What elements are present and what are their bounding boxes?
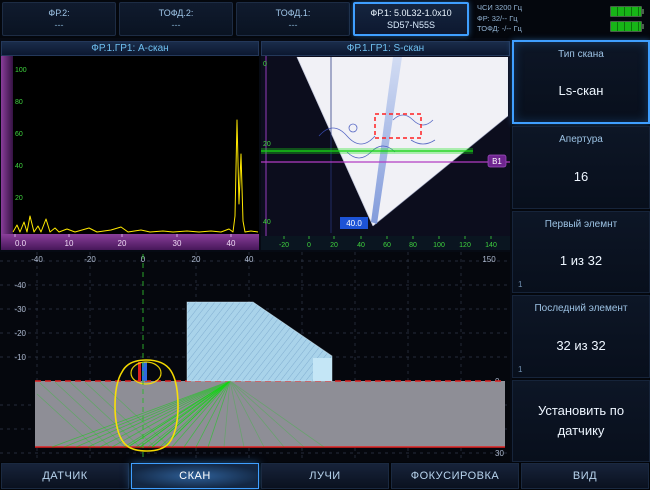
specimen-bar <box>35 381 505 447</box>
svg-text:-20: -20 <box>279 242 289 249</box>
prf-info: ЧСИ 3200 Гц ФР: 32/-- Гц ТОФД: -/-- Гц <box>472 2 565 36</box>
ascan-view[interactable]: 100 80 60 40 20 0.0 10 20 30 40 <box>1 56 259 250</box>
sscan-svg: B1 40.0 0 20 40 -20 0 20 40 60 80 <box>261 56 510 250</box>
header-cell-tofd2[interactable]: ТОФД.2: --- <box>119 2 233 36</box>
svg-text:140: 140 <box>485 242 497 249</box>
svg-text:60: 60 <box>15 131 23 138</box>
profile-y-left-tick-labels: -40 -30 -20 -10 <box>14 281 26 362</box>
svg-text:30: 30 <box>173 239 182 248</box>
battery-icon-2 <box>610 21 642 32</box>
defect-marker-red <box>138 362 141 381</box>
svg-text:-40: -40 <box>31 255 43 264</box>
battery-icon-1 <box>610 6 642 17</box>
header-cell-label: ТОФД.2: <box>159 8 194 18</box>
tab-scan[interactable]: СКАН <box>131 463 259 489</box>
scan-type-cell[interactable]: Тип скана Ls-скан <box>512 40 650 124</box>
ascan-y-axis-strip <box>1 56 13 234</box>
sscan-header: ФР.1.ГР1: S-скан <box>261 41 510 56</box>
svg-text:0.0: 0.0 <box>15 239 27 248</box>
svg-text:40: 40 <box>263 219 271 226</box>
header-cell-fr1-active[interactable]: ФР.1: 5.0L32-1.0x10 SD57-N55S <box>353 2 469 36</box>
svg-text:-10: -10 <box>14 353 26 362</box>
tab-probe[interactable]: ДАТЧИК <box>1 463 129 489</box>
last-element-cell[interactable]: Последний элемент 32 из 32 1 <box>512 295 650 377</box>
svg-text:150: 150 <box>482 255 496 264</box>
svg-text:20: 20 <box>15 195 23 202</box>
header-cell-fr2[interactable]: ФР.2: --- <box>2 2 116 36</box>
depth-readout-value: 40.0 <box>346 219 362 228</box>
profile-x-tick-labels: -40 -20 0 20 40 150 <box>31 255 496 264</box>
svg-text:10: 10 <box>65 239 74 248</box>
svg-text:-20: -20 <box>14 329 26 338</box>
svg-text:40: 40 <box>245 255 254 264</box>
instrument-screen: ФР.2: --- ТОФД.2: --- ТОФД.1: --- ФР.1: … <box>0 0 650 490</box>
ascan-header: ФР.1.ГР1: A-скан <box>1 41 259 56</box>
svg-text:30: 30 <box>495 449 504 458</box>
top-status-bar: ФР.2: --- ТОФД.2: --- ТОФД.1: --- ФР.1: … <box>0 0 650 38</box>
set-by-probe-button[interactable]: Установить по датчику <box>512 380 650 462</box>
svg-text:100: 100 <box>15 67 27 74</box>
svg-text:-40: -40 <box>14 281 26 290</box>
sscan-y-tick-labels: 0 20 40 <box>263 61 271 226</box>
first-element-label: Первый элемнт <box>513 219 649 230</box>
header-cell-label: ФР.2: <box>48 8 69 18</box>
header-cell-label: ФР.1: 5.0L32-1.0x10 <box>370 8 451 18</box>
svg-text:40: 40 <box>357 242 365 249</box>
header-cell-value: SD57-N55S <box>387 20 435 30</box>
parameter-sidebar: Тип скана Ls-скан Апертура 16 Первый эле… <box>512 40 650 462</box>
header-cell-value: --- <box>172 20 181 30</box>
svg-text:20: 20 <box>263 141 271 148</box>
sscan-view[interactable]: B1 40.0 0 20 40 -20 0 20 40 60 80 <box>261 56 510 250</box>
svg-text:20: 20 <box>118 239 127 248</box>
last-element-label: Последний элемент <box>513 303 649 314</box>
aperture-label: Апертура <box>513 134 649 145</box>
svg-text:120: 120 <box>459 242 471 249</box>
last-element-value: 32 из 32 <box>513 314 649 376</box>
header-cell-label: ТОФД.1: <box>276 8 311 18</box>
set-by-probe-label: Установить по датчику <box>513 381 649 461</box>
svg-text:0: 0 <box>307 242 311 249</box>
svg-text:100: 100 <box>433 242 445 249</box>
svg-text:-30: -30 <box>14 305 26 314</box>
svg-text:20: 20 <box>330 242 338 249</box>
svg-text:80: 80 <box>409 242 417 249</box>
b1-gate-label: B1 <box>492 157 502 166</box>
prf-line: ФР: 32/-- Гц <box>477 14 565 25</box>
svg-text:40: 40 <box>15 163 23 170</box>
svg-text:60: 60 <box>383 242 391 249</box>
tab-view[interactable]: ВИД <box>521 463 649 489</box>
prf-line: ЧСИ 3200 Гц <box>477 3 565 14</box>
bottom-tab-bar: ДАТЧИК СКАН ЛУЧИ ФОКУСИРОВКА ВИД <box>0 462 650 490</box>
geometry-svg: -40 -20 0 20 40 150 -40 -30 -20 -10 0 10… <box>0 252 510 462</box>
last-element-badge: 1 <box>518 365 522 374</box>
tab-rays[interactable]: ЛУЧИ <box>261 463 389 489</box>
wedge-front-block <box>313 358 332 381</box>
ascan-x-axis-strip <box>1 234 259 250</box>
ascan-svg: 100 80 60 40 20 0.0 10 20 30 40 <box>1 56 259 250</box>
probe-wedge-hatch <box>187 302 332 381</box>
scan-type-label: Тип скана <box>514 49 648 60</box>
header-cell-value: --- <box>289 20 298 30</box>
header-cell-tofd1[interactable]: ТОФД.1: --- <box>236 2 350 36</box>
ascan-waveform <box>13 120 258 232</box>
scan-type-value: Ls-скан <box>514 60 648 122</box>
header-cell-value: --- <box>55 20 64 30</box>
first-element-badge: 1 <box>518 280 522 289</box>
geometry-view[interactable]: -40 -20 0 20 40 150 -40 -30 -20 -10 0 10… <box>0 252 510 462</box>
tab-focusing[interactable]: ФОКУСИРОВКА <box>391 463 519 489</box>
first-element-cell[interactable]: Первый элемнт 1 из 32 1 <box>512 211 650 293</box>
first-element-value: 1 из 32 <box>513 230 649 292</box>
ascan-y-tick-labels: 100 80 60 40 20 <box>15 67 27 202</box>
aperture-value: 16 <box>513 145 649 207</box>
svg-text:0: 0 <box>263 61 267 68</box>
aperture-cell[interactable]: Апертура 16 <box>512 126 650 208</box>
prf-line: ТОФД: -/-- Гц <box>477 24 565 35</box>
svg-text:-20: -20 <box>84 255 96 264</box>
svg-text:80: 80 <box>15 99 23 106</box>
svg-text:20: 20 <box>192 255 201 264</box>
battery-area <box>568 2 648 36</box>
svg-text:40: 40 <box>227 239 236 248</box>
